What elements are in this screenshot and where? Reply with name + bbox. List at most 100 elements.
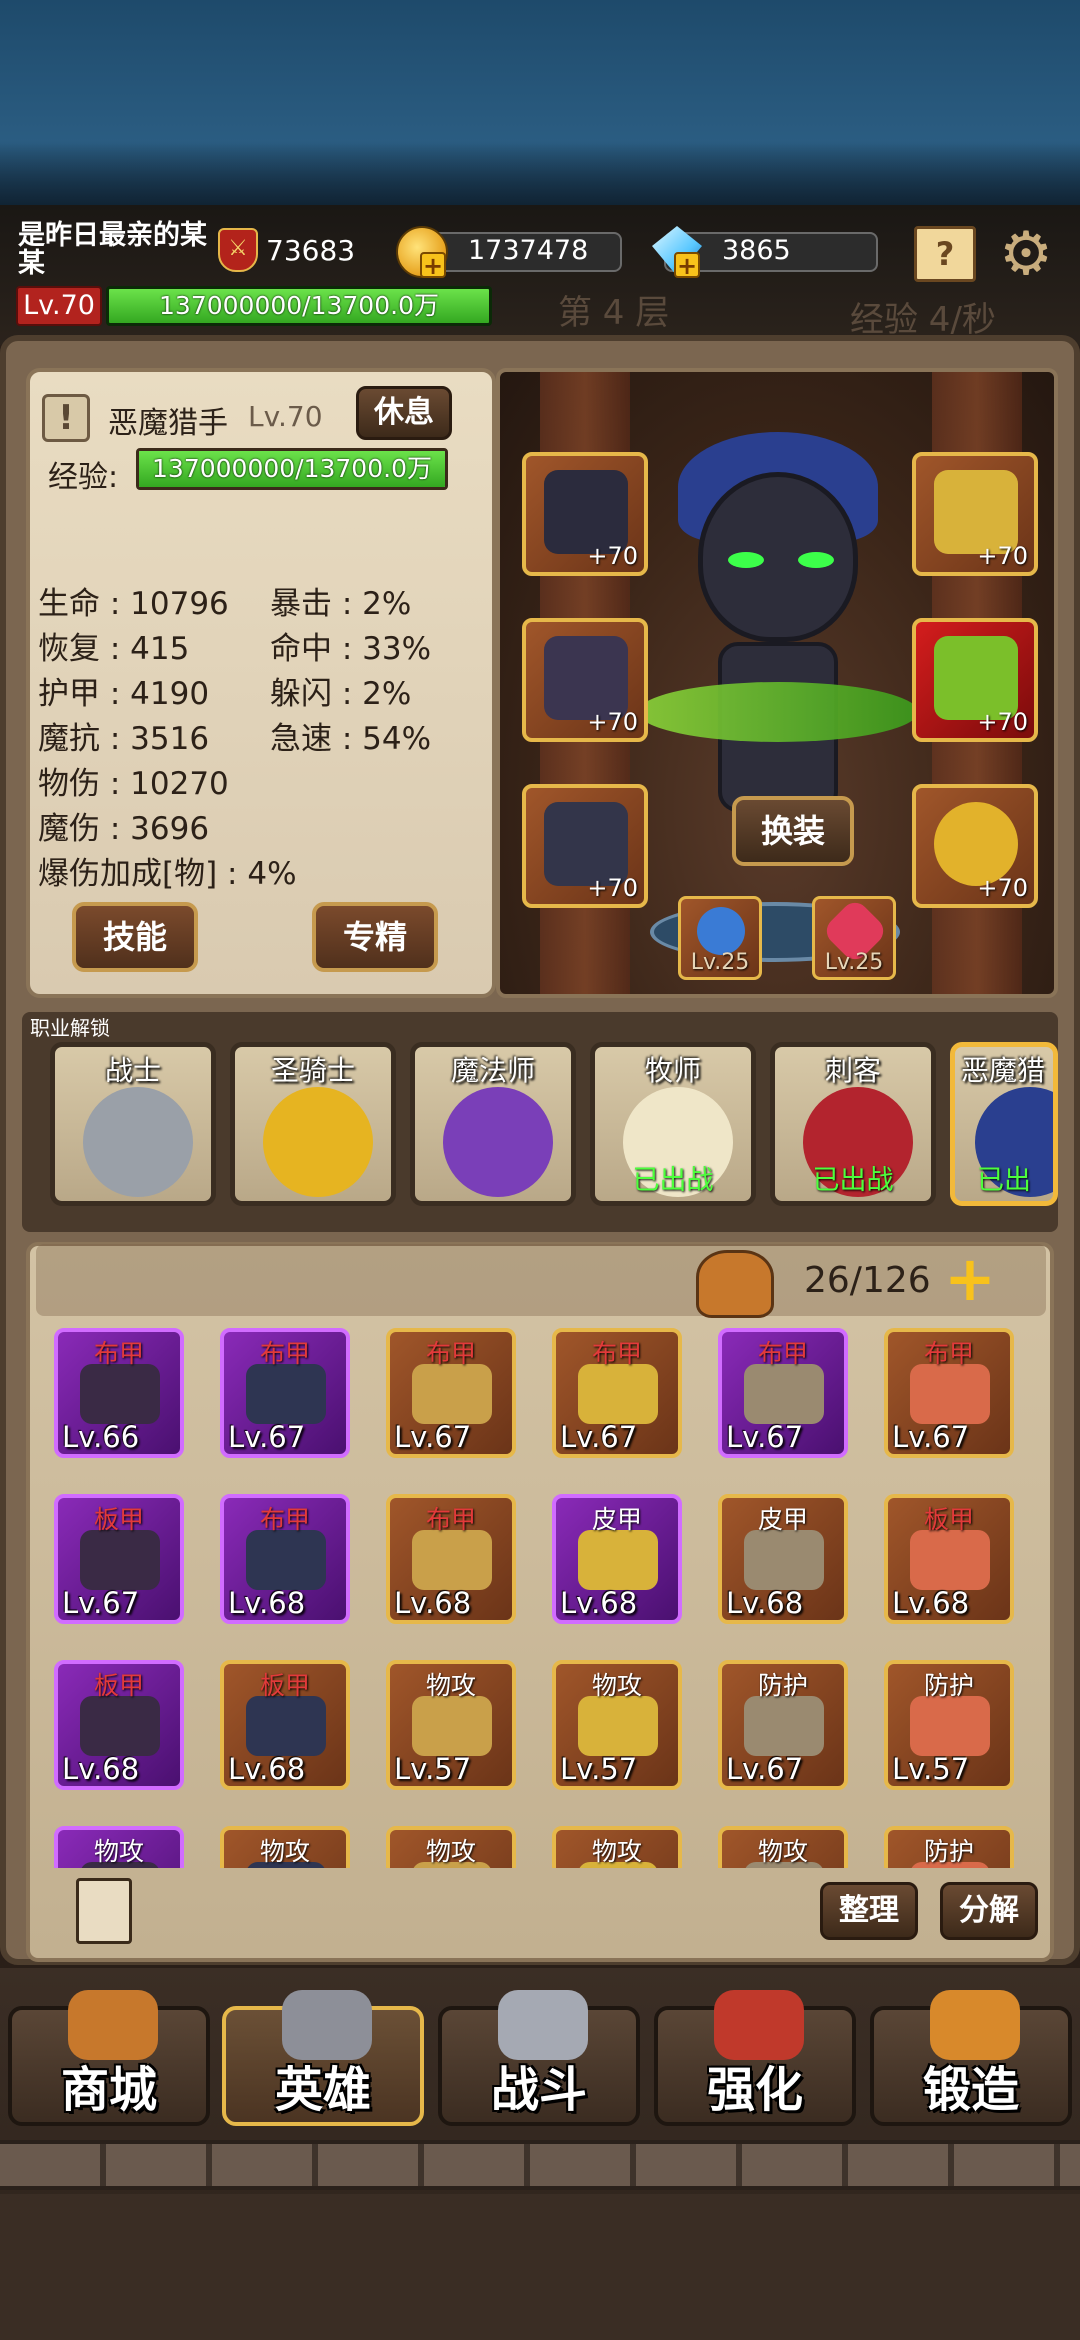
equip-level: +70 <box>587 708 638 736</box>
inventory-item[interactable]: 皮甲 Lv.68 <box>718 1494 848 1624</box>
item-art-icon <box>246 1696 326 1756</box>
amulet-icon <box>697 907 745 955</box>
item-level: Lv.67 <box>726 1752 804 1786</box>
stat-phys-damage: 物伤 : 10270 <box>38 766 229 802</box>
nav-label: 战斗 <box>490 2062 587 2118</box>
equip-slot-ring[interactable]: +70 <box>912 784 1038 908</box>
item-level: Lv.66 <box>62 1420 140 1454</box>
item-type: 布甲 <box>259 1339 310 1368</box>
class-card-priest[interactable]: 牧师 已出战 <box>590 1042 756 1206</box>
nav-enhance[interactable]: 强化 <box>654 1990 856 2126</box>
hero-eye-left <box>728 552 764 568</box>
nav-shop[interactable]: 商城 <box>8 1990 210 2126</box>
equip-slot-helmet[interactable]: +70 <box>522 452 648 576</box>
class-status: 已出战 <box>632 1165 714 1196</box>
expand-bag-icon[interactable]: + <box>944 1248 1026 1314</box>
combat-power-icon: ⚔ <box>218 228 258 272</box>
item-level: Lv.57 <box>892 1752 970 1786</box>
inventory-item[interactable]: 布甲 Lv.68 <box>220 1494 350 1624</box>
nav-battle[interactable]: 战斗 <box>438 1990 640 2126</box>
exp-rate-label: 经验 4/秒 <box>850 300 996 340</box>
inventory-item[interactable]: 物攻 <box>718 1826 848 1868</box>
brick-border <box>0 2140 1080 2190</box>
rest-button[interactable]: 休息 <box>356 386 452 440</box>
accessory-slot-2[interactable]: Lv.25 <box>812 896 896 980</box>
class-card-warrior[interactable]: 战士 <box>50 1042 216 1206</box>
nav-hero[interactable]: 英雄 <box>222 1990 424 2126</box>
inventory-item[interactable]: 板甲 Lv.68 <box>220 1660 350 1790</box>
nav-forge[interactable]: 锻造 <box>870 1990 1072 2126</box>
sky-shadow <box>0 140 1080 205</box>
inventory-item[interactable]: 板甲 Lv.67 <box>54 1494 184 1624</box>
item-level: Lv.68 <box>62 1752 140 1786</box>
accessory-slot-1[interactable]: Lv.25 <box>678 896 762 980</box>
inventory-item[interactable]: 物攻 <box>54 1826 184 1868</box>
equip-slot-weapon[interactable]: +70 <box>912 618 1038 742</box>
item-type: 板甲 <box>93 1505 144 1534</box>
inventory-item[interactable]: 布甲 Lv.67 <box>884 1328 1014 1458</box>
gear-icon[interactable]: ⚙ <box>994 222 1058 286</box>
inventory-item[interactable]: 布甲 Lv.66 <box>54 1328 184 1458</box>
item-art-icon <box>246 1530 326 1590</box>
inventory-item[interactable]: 物攻 <box>386 1826 516 1868</box>
item-type: 板甲 <box>93 1671 144 1700</box>
mastery-button[interactable]: 专精 <box>312 902 438 972</box>
stat-magic-resist: 魔抗 : 3516 <box>38 721 210 757</box>
equip-level: +70 <box>587 874 638 902</box>
class-card-assassin[interactable]: 刺客 已出战 <box>770 1042 936 1206</box>
equip-slot-boots[interactable]: +70 <box>522 784 648 908</box>
item-level: Lv.67 <box>62 1586 140 1620</box>
item-type: 布甲 <box>757 1339 808 1368</box>
stat-regen: 恢复 : 415 <box>38 631 190 667</box>
item-art-icon <box>910 1696 990 1756</box>
class-card-mage[interactable]: 魔法师 <box>410 1042 576 1206</box>
item-type: 布甲 <box>923 1339 974 1368</box>
inventory-item[interactable]: 物攻 <box>552 1826 682 1868</box>
inventory-item[interactable]: 板甲 Lv.68 <box>54 1660 184 1790</box>
equip-slot-charm[interactable]: +70 <box>912 452 1038 576</box>
item-art-icon <box>412 1364 492 1424</box>
class-card-demon-hunter[interactable]: 恶魔猎 已出 <box>950 1042 1058 1206</box>
inventory-item[interactable]: 板甲 Lv.68 <box>884 1494 1014 1624</box>
item-type: 布甲 <box>259 1505 310 1534</box>
accessory-level: Lv.25 <box>690 950 750 975</box>
inventory-item[interactable]: 布甲 Lv.67 <box>718 1328 848 1458</box>
inventory-item[interactable]: 物攻 Lv.57 <box>386 1660 516 1790</box>
ground <box>0 2194 1080 2340</box>
item-art-icon <box>910 1530 990 1590</box>
item-type: 物攻 <box>757 1837 808 1866</box>
backpack-icon <box>696 1250 774 1318</box>
change-outfit-button[interactable]: 换装 <box>732 796 854 866</box>
add-gold-icon[interactable]: + <box>420 252 446 278</box>
inventory-item[interactable]: 防护 Lv.57 <box>884 1660 1014 1790</box>
item-art-icon <box>412 1696 492 1756</box>
equip-slot-armor[interactable]: +70 <box>522 618 648 742</box>
guide-book-icon[interactable]: ? <box>914 226 976 282</box>
class-name: 刺客 <box>824 1054 881 1087</box>
class-name: 魔法师 <box>450 1054 535 1087</box>
nav-label: 强化 <box>706 2062 803 2118</box>
inventory-item[interactable]: 布甲 Lv.67 <box>220 1328 350 1458</box>
item-type: 防护 <box>757 1671 808 1700</box>
inventory-item[interactable]: 布甲 Lv.67 <box>552 1328 682 1458</box>
player-name: 是昨日最亲的某某 <box>18 220 207 279</box>
item-art-icon <box>80 1364 160 1424</box>
class-card-paladin[interactable]: 圣骑士 <box>230 1042 396 1206</box>
inventory-item[interactable]: 布甲 Lv.67 <box>386 1328 516 1458</box>
inventory-item[interactable]: 防护 <box>884 1826 1014 1868</box>
hero-eye-right <box>798 552 834 568</box>
inventory-item[interactable]: 物攻 <box>220 1826 350 1868</box>
equip-level: +70 <box>977 542 1028 570</box>
exclamation-icon[interactable]: ! <box>42 394 90 442</box>
decompose-button[interactable]: 分解 <box>940 1882 1038 1940</box>
item-type: 皮甲 <box>591 1505 642 1534</box>
inventory-item[interactable]: 物攻 Lv.57 <box>552 1660 682 1790</box>
inventory-item[interactable]: 皮甲 Lv.68 <box>552 1494 682 1624</box>
item-type: 防护 <box>923 1671 974 1700</box>
inventory-item[interactable]: 布甲 Lv.68 <box>386 1494 516 1624</box>
bookmark-icon[interactable] <box>76 1878 132 1944</box>
inventory-item[interactable]: 防护 Lv.67 <box>718 1660 848 1790</box>
skill-button[interactable]: 技能 <box>72 902 198 972</box>
sort-button[interactable]: 整理 <box>820 1882 918 1940</box>
add-gem-icon[interactable]: + <box>674 252 700 278</box>
